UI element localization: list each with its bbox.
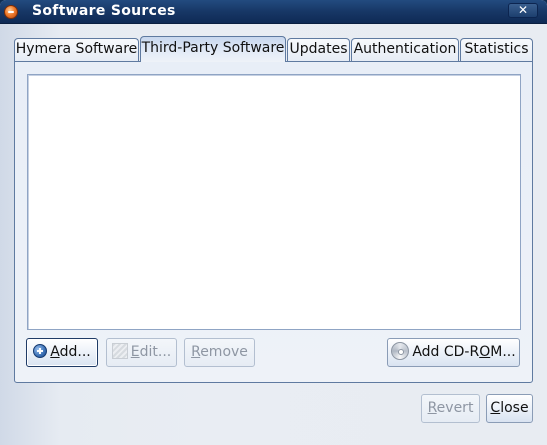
edit-icon <box>111 343 128 359</box>
edit-button[interactable]: Edit... <box>106 338 177 367</box>
tab-authentication[interactable]: Authentication <box>351 38 459 61</box>
revert-button[interactable]: Revert <box>421 394 480 423</box>
plus-icon <box>33 344 48 358</box>
tab-hymera-software[interactable]: Hymera Software <box>14 38 139 61</box>
close-button[interactable]: Close <box>486 394 533 423</box>
title-bar[interactable]: Software Sources ✕ <box>0 0 547 24</box>
window-title: Software Sources <box>32 3 176 19</box>
close-icon[interactable]: ✕ <box>508 3 538 18</box>
add-button[interactable]: Add... <box>26 338 98 367</box>
remove-button[interactable]: Remove <box>184 338 255 367</box>
software-sources-icon[interactable] <box>4 5 18 19</box>
third-party-panel <box>14 61 533 383</box>
cdrom-icon <box>391 342 410 360</box>
add-cdrom-button[interactable]: Add CD-ROM... <box>387 338 520 367</box>
tab-third-party-software[interactable]: Third-Party Software <box>140 36 286 62</box>
tab-updates[interactable]: Updates <box>287 38 350 61</box>
software-sources-window: Software Sources ✕ Hymera Software Third… <box>0 0 547 445</box>
tab-statistics[interactable]: Statistics <box>460 38 533 61</box>
sources-list[interactable] <box>27 74 521 330</box>
